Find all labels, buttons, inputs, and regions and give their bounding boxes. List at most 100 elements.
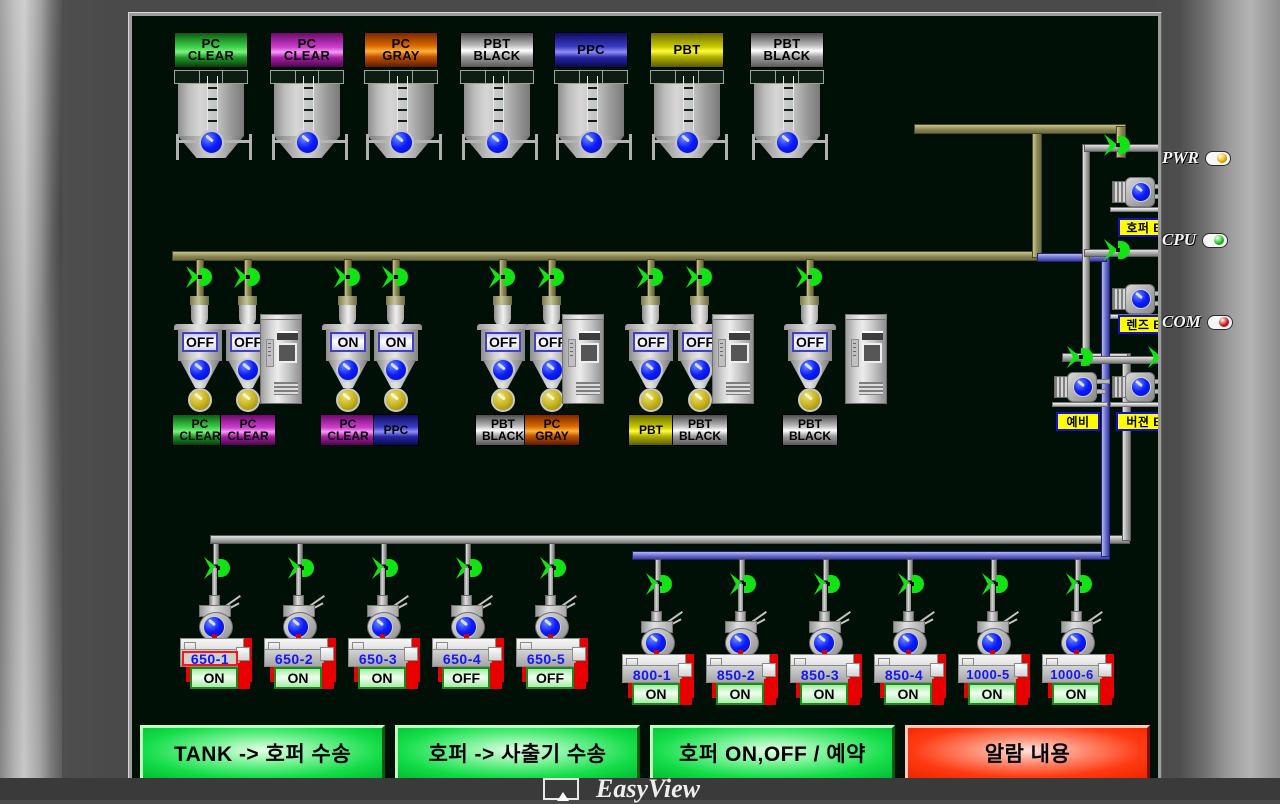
hopper-state-indicator[interactable]: ON: [378, 332, 414, 352]
butterfly-valve-branch-1[interactable]: [1104, 134, 1132, 156]
butterfly-valve-blower-4[interactable]: [1148, 346, 1158, 368]
command-button-1[interactable]: TANK -> 호퍼 수송: [140, 725, 385, 781]
controller-cabinet-1[interactable]: [260, 314, 302, 404]
command-button-3[interactable]: 호퍼 ON,OFF / 예약: [650, 725, 895, 781]
hopper-state-indicator[interactable]: OFF: [633, 332, 669, 352]
controller-cabinet-4[interactable]: [845, 314, 887, 404]
silo-discharge-valve-icon[interactable]: [295, 130, 320, 155]
silo-4[interactable]: PBT BLACK: [460, 32, 538, 166]
machine-power-state[interactable]: ON: [716, 683, 764, 705]
blower-unit-3[interactable]: [1052, 371, 1110, 407]
cabinet-top-cap: [712, 314, 754, 320]
butterfly-valve-machine-10[interactable]: [982, 573, 1010, 595]
machine-power-state[interactable]: ON: [968, 683, 1016, 705]
blower-label-1[interactable]: 호퍼 BLOWER: [1118, 218, 1158, 237]
blower-impeller-icon[interactable]: [1131, 182, 1151, 202]
butterfly-valve-machine-6[interactable]: [646, 573, 674, 595]
machine-power-state[interactable]: ON: [358, 667, 406, 689]
butterfly-valve-machine-3[interactable]: [372, 557, 400, 579]
controller-cabinet-3[interactable]: [712, 314, 754, 404]
silo-3[interactable]: PC GRAY: [364, 32, 442, 166]
hmi-screen[interactable]: PC CLEAR PC CLEAR PC GRAY PBT BLACK PPC PBT PBT BLA…: [132, 16, 1158, 786]
hopper-discharge-valve-icon[interactable]: [384, 358, 408, 382]
butterfly-valve-branch-2[interactable]: [1104, 239, 1132, 261]
silo-7[interactable]: PBT BLACK: [750, 32, 828, 166]
machine-power-state[interactable]: OFF: [442, 667, 490, 689]
butterfly-valve-hopper-8[interactable]: [686, 266, 714, 288]
silo-discharge-valve-icon[interactable]: [775, 130, 800, 155]
machine-side-tab: [322, 663, 334, 689]
blower-impeller-icon[interactable]: [1073, 377, 1093, 397]
butterfly-valve-machine-2[interactable]: [288, 557, 316, 579]
butterfly-valve-machine-5[interactable]: [540, 557, 568, 579]
blower-impeller-icon[interactable]: [1131, 289, 1151, 309]
hopper-discharge-valve-icon[interactable]: [336, 358, 360, 382]
hopper-discharge-valve-icon[interactable]: [639, 358, 663, 382]
machine-power-state[interactable]: OFF: [526, 667, 574, 689]
blower-label-4[interactable]: 버젼 BLOWER: [1116, 412, 1158, 431]
silo-6[interactable]: PBT: [650, 32, 728, 166]
silo-5[interactable]: PPC: [554, 32, 632, 166]
machine-side-tab: [848, 679, 860, 705]
machine-tag-label: 1000-5: [966, 667, 1010, 682]
hopper-level-sensor-icon[interactable]: [491, 388, 515, 412]
butterfly-valve-hopper-4[interactable]: [382, 266, 410, 288]
butterfly-valve-machine-9[interactable]: [898, 573, 926, 595]
hopper-level-sensor-icon[interactable]: [798, 388, 822, 412]
silo-discharge-valve-icon[interactable]: [485, 130, 510, 155]
hopper-level-sensor-icon[interactable]: [688, 388, 712, 412]
hopper-discharge-valve-icon[interactable]: [798, 358, 822, 382]
hopper-state-indicator[interactable]: ON: [330, 332, 366, 352]
butterfly-valve-machine-11[interactable]: [1066, 573, 1094, 595]
blower-impeller-icon[interactable]: [1131, 377, 1151, 397]
command-button-4[interactable]: 알람 내용: [905, 725, 1150, 781]
silo-discharge-valve-icon[interactable]: [199, 130, 224, 155]
butterfly-valve-blower-3[interactable]: [1067, 346, 1095, 368]
hopper-level-sensor-icon[interactable]: [236, 388, 260, 412]
butterfly-valve-machine-1[interactable]: [204, 557, 232, 579]
silo-ladder-icon: [683, 76, 694, 136]
command-button-2[interactable]: 호퍼 -> 사출기 수송: [395, 725, 640, 781]
hopper-state-indicator[interactable]: OFF: [792, 332, 828, 352]
hopper-level-sensor-icon[interactable]: [540, 388, 564, 412]
hopper-level-sensor-icon[interactable]: [639, 388, 663, 412]
butterfly-valve-hopper-6[interactable]: [538, 266, 566, 288]
butterfly-valve-machine-4[interactable]: [456, 557, 484, 579]
blower-unit-1[interactable]: [1110, 176, 1158, 212]
blower-label-2[interactable]: 렌즈 BLOWER: [1118, 315, 1158, 334]
blower-unit-2[interactable]: [1110, 283, 1158, 319]
butterfly-valve-hopper-7[interactable]: [637, 266, 665, 288]
butterfly-valve-machine-7[interactable]: [730, 573, 758, 595]
hopper-level-sensor-icon[interactable]: [336, 388, 360, 412]
hopper-discharge-valve-icon[interactable]: [236, 358, 260, 382]
controller-cabinet-2[interactable]: [562, 314, 604, 404]
machine-power-state[interactable]: ON: [274, 667, 322, 689]
silo-1[interactable]: PC CLEAR: [174, 32, 252, 166]
butterfly-valve-hopper-2[interactable]: [234, 266, 262, 288]
hopper-discharge-valve-icon[interactable]: [688, 358, 712, 382]
machine-power-state[interactable]: ON: [884, 683, 932, 705]
machine-power-state[interactable]: ON: [800, 683, 848, 705]
hopper-discharge-valve-icon[interactable]: [188, 358, 212, 382]
silo-discharge-valve-icon[interactable]: [675, 130, 700, 155]
blower-unit-4[interactable]: [1110, 371, 1158, 407]
hopper-state-indicator[interactable]: OFF: [485, 332, 521, 352]
machine-feed-stem: [654, 584, 659, 612]
butterfly-valve-machine-8[interactable]: [814, 573, 842, 595]
silo-discharge-valve-icon[interactable]: [389, 130, 414, 155]
hopper-discharge-valve-icon[interactable]: [540, 358, 564, 382]
butterfly-valve-hopper-5[interactable]: [489, 266, 517, 288]
butterfly-valve-hopper-3[interactable]: [334, 266, 362, 288]
blower-label-3[interactable]: 예비: [1056, 412, 1100, 431]
machine-power-state[interactable]: ON: [632, 683, 680, 705]
hopper-level-sensor-icon[interactable]: [188, 388, 212, 412]
butterfly-valve-hopper-1[interactable]: [186, 266, 214, 288]
silo-2[interactable]: PC CLEAR: [270, 32, 348, 166]
hopper-discharge-valve-icon[interactable]: [491, 358, 515, 382]
machine-power-state[interactable]: ON: [190, 667, 238, 689]
hopper-state-indicator[interactable]: OFF: [182, 332, 218, 352]
hopper-level-sensor-icon[interactable]: [384, 388, 408, 412]
machine-power-state[interactable]: ON: [1052, 683, 1100, 705]
butterfly-valve-hopper-9[interactable]: [796, 266, 824, 288]
silo-discharge-valve-icon[interactable]: [579, 130, 604, 155]
